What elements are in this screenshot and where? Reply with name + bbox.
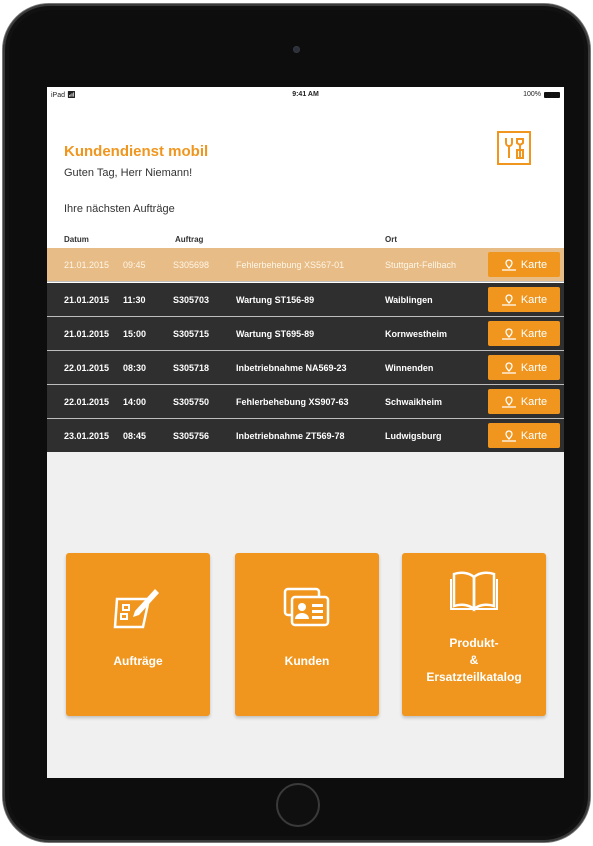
- order-description: Inbetriebnahme ZT569-78: [236, 431, 345, 441]
- order-location: Winnenden: [385, 363, 434, 373]
- app-title: Kundendienst mobil: [64, 143, 209, 160]
- edit-form-icon: [113, 589, 159, 629]
- order-location: Kornwestheim: [385, 329, 448, 339]
- map-pin-icon: [501, 293, 516, 306]
- open-book-icon: [450, 571, 498, 612]
- order-location: Waiblingen: [385, 295, 433, 305]
- karte-label: Karte: [520, 395, 548, 408]
- order-date: 23.01.2015: [64, 431, 110, 441]
- home-button[interactable]: [276, 783, 320, 827]
- order-id: S305756: [173, 431, 210, 441]
- map-pin-icon: [501, 258, 516, 271]
- order-id: S305703: [173, 295, 210, 305]
- order-date: 21.01.2015: [64, 295, 110, 305]
- karte-button[interactable]: Karte: [488, 423, 560, 448]
- karte-label: Karte: [520, 429, 548, 442]
- order-date: 22.01.2015: [64, 397, 110, 407]
- app-screen: iPad 📶︎ 9:41 AM 100% Kundendienst mobil …: [47, 87, 564, 778]
- order-date: 21.01.2015: [64, 329, 110, 339]
- map-pin-icon: [501, 429, 516, 442]
- tools-logo-icon: [497, 131, 531, 165]
- row-divider: [47, 281, 564, 282]
- karte-button[interactable]: Karte: [488, 252, 560, 277]
- map-pin-icon: [501, 327, 516, 340]
- order-time: 14:00: [123, 397, 147, 407]
- katalog-tile[interactable]: Produkt- & Ersatzteilkatalog: [402, 553, 546, 716]
- greeting-text: Guten Tag, Herr Niemann!: [64, 167, 193, 179]
- order-description: Fehlerbehebung XS907-63: [236, 397, 349, 407]
- katalog-label-line3: Ersatzteilkatalog: [426, 670, 522, 684]
- kunden-label: Kunden: [284, 654, 330, 668]
- order-id: S305715: [173, 329, 210, 339]
- column-header-ort: Ort: [385, 235, 397, 244]
- karte-button[interactable]: Karte: [488, 389, 560, 414]
- karte-label: Karte: [520, 258, 548, 271]
- auftraege-tile[interactable]: Aufträge: [66, 553, 210, 716]
- karte-button[interactable]: Karte: [488, 355, 560, 380]
- contact-cards-icon: [283, 587, 330, 627]
- battery-percent: 100%: [523, 91, 541, 98]
- order-id: S305698: [173, 260, 210, 270]
- status-time: 9:41 AM: [292, 91, 319, 98]
- order-time: 08:45: [123, 431, 147, 441]
- column-header-datum: Datum: [64, 235, 89, 244]
- order-description: Wartung ST695-89: [236, 329, 315, 339]
- karte-label: Karte: [520, 327, 548, 340]
- map-pin-icon: [501, 395, 516, 408]
- order-time: 15:00: [123, 329, 147, 339]
- kunden-tile[interactable]: Kunden: [235, 553, 379, 716]
- order-time: 09:45: [123, 260, 146, 270]
- status-bar: iPad 📶︎ 9:41 AM 100%: [47, 87, 564, 105]
- table-row[interactable]: 23.01.2015 08:45 S305756 Inbetriebnahme …: [47, 419, 564, 452]
- table-row-selected[interactable]: 21.01.2015 09:45 S305698 Fehlerbehebung …: [47, 248, 564, 281]
- order-id: S305750: [173, 397, 210, 407]
- karte-label: Karte: [520, 293, 548, 306]
- order-location: Schwaikheim: [385, 397, 443, 407]
- table-row[interactable]: 21.01.2015 11:30 S305703 Wartung ST156-8…: [47, 283, 564, 316]
- battery-icon: [544, 91, 560, 98]
- karte-button[interactable]: Karte: [488, 287, 560, 312]
- table-row[interactable]: 21.01.2015 15:00 S305715 Wartung ST695-8…: [47, 317, 564, 350]
- battery-status: 100%: [523, 91, 560, 98]
- map-pin-icon: [501, 361, 516, 374]
- table-row[interactable]: 22.01.2015 08:30 S305718 Inbetriebnahme …: [47, 351, 564, 384]
- column-header-auftrag: Auftrag: [175, 235, 204, 244]
- auftraege-label: Aufträge: [113, 654, 163, 668]
- order-time: 11:30: [123, 295, 146, 305]
- order-time: 08:30: [123, 363, 147, 373]
- order-description: Fehlerbehebung XS567-01: [236, 260, 345, 270]
- order-description: Wartung ST156-89: [236, 295, 315, 305]
- karte-label: Karte: [520, 361, 548, 374]
- order-description: Inbetriebnahme NA569-23: [236, 363, 347, 373]
- table-row[interactable]: 22.01.2015 14:00 S305750 Fehlerbehebung …: [47, 385, 564, 418]
- order-date: 21.01.2015: [64, 260, 110, 270]
- camera-icon: [293, 46, 300, 53]
- ipad-frame: iPad 📶︎ 9:41 AM 100% Kundendienst mobil …: [3, 4, 590, 842]
- order-location: Ludwigsburg: [385, 431, 442, 441]
- karte-button[interactable]: Karte: [488, 321, 560, 346]
- order-date: 22.01.2015: [64, 363, 110, 373]
- order-location: Stuttgart-Fellbach: [385, 260, 457, 270]
- orders-section-title: Ihre nächsten Aufträge: [64, 203, 175, 215]
- order-id: S305718: [173, 363, 210, 373]
- katalog-label-line1: Produkt-: [449, 636, 499, 650]
- katalog-label-line2: &: [469, 653, 479, 667]
